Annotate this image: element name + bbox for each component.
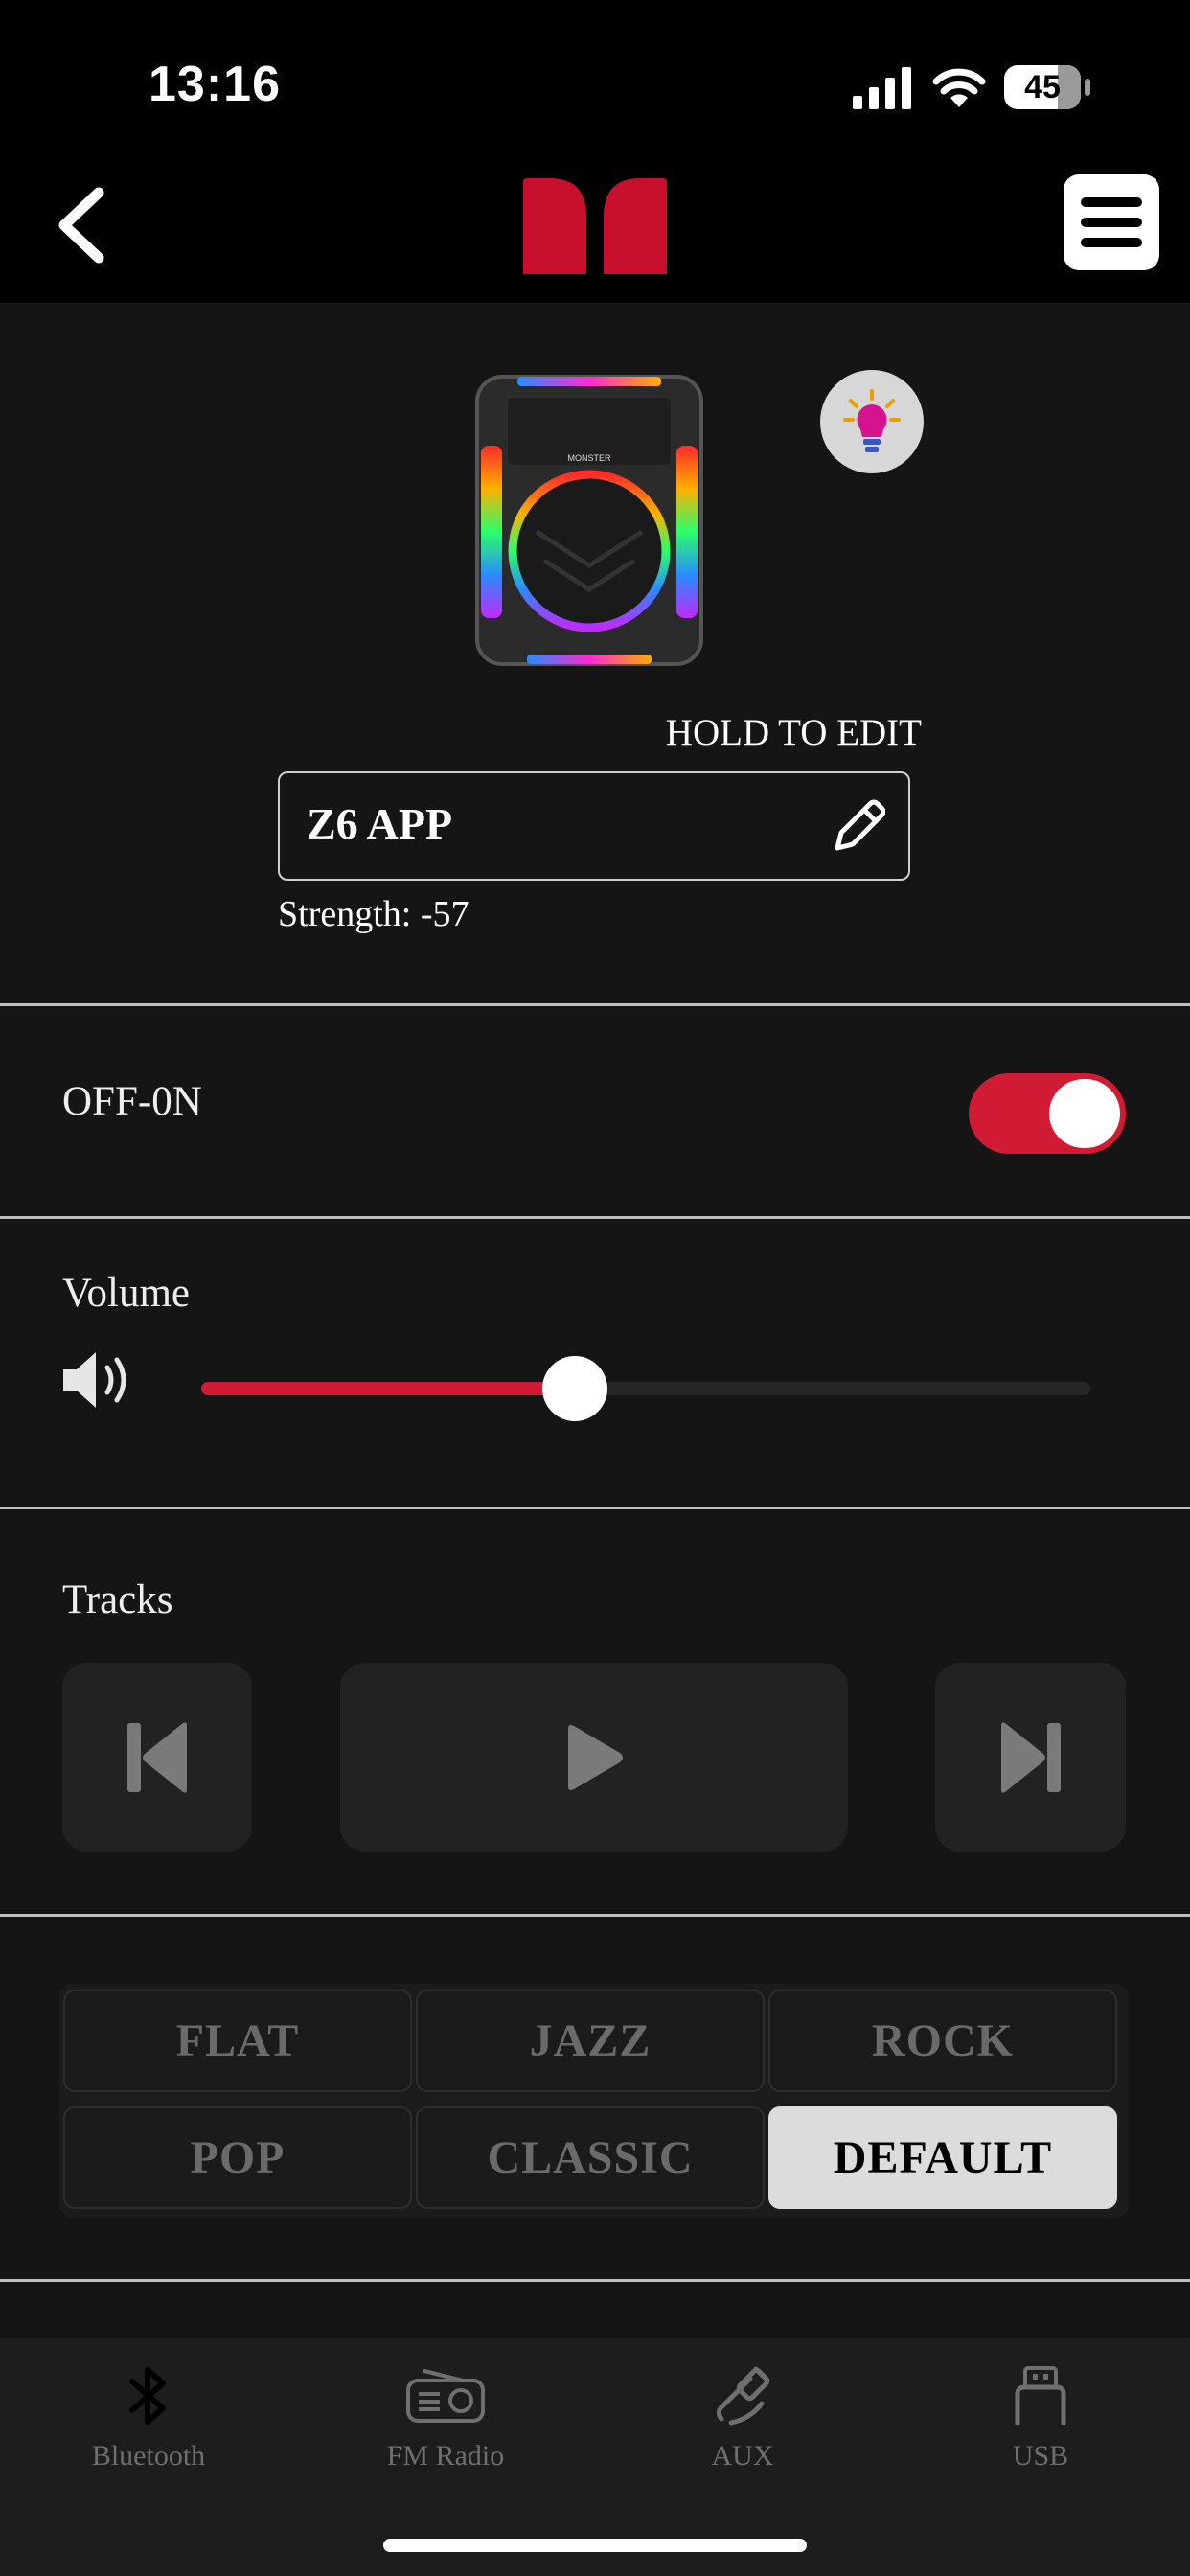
speaker-image[interactable]: MONSTER	[469, 369, 709, 680]
light-effects-button[interactable]	[820, 370, 924, 473]
svg-text:MONSTER: MONSTER	[568, 453, 612, 463]
tab-label: AUX	[711, 2440, 774, 2472]
tracks-label: Tracks	[62, 1577, 173, 1622]
play-button[interactable]	[340, 1663, 848, 1852]
skip-previous-icon	[127, 1721, 187, 1793]
tab-label: FM Radio	[386, 2440, 505, 2472]
home-indicator	[383, 2539, 807, 2552]
play-icon	[568, 1724, 623, 1790]
pencil-edit-icon[interactable]	[828, 794, 885, 858]
radio-icon	[406, 2369, 485, 2423]
battery-level: 45	[1024, 68, 1061, 105]
app-header	[0, 144, 1190, 303]
skip-next-icon	[1000, 1721, 1061, 1793]
divider	[0, 2279, 1190, 2282]
signal-strength: Strength: -57	[278, 894, 469, 934]
volume-slider[interactable]	[201, 1356, 1090, 1421]
tab-label: USB	[1012, 2440, 1069, 2472]
tab-usb[interactable]: USB	[891, 2338, 1190, 2494]
divider	[0, 1216, 1190, 1219]
hold-to-edit-label: HOLD TO EDIT	[665, 712, 922, 753]
device-name: Z6 APP	[307, 799, 453, 848]
tab-bluetooth[interactable]: Bluetooth	[0, 2338, 297, 2494]
previous-track-button[interactable]	[62, 1663, 252, 1852]
status-bar: 13:16 45	[0, 0, 1190, 144]
battery-icon: 45	[1004, 65, 1081, 109]
power-toggle[interactable]	[969, 1073, 1126, 1154]
tab-fm-radio[interactable]: FM Radio	[297, 2338, 594, 2494]
chevron-left-icon[interactable]	[53, 187, 110, 264]
next-track-button[interactable]	[935, 1663, 1126, 1852]
monster-logo	[523, 178, 667, 274]
volume-label: Volume	[62, 1271, 190, 1316]
volume-slider-thumb[interactable]	[542, 1356, 607, 1421]
divider	[0, 1914, 1190, 1917]
toggle-knob	[1049, 1079, 1120, 1148]
eq-preset-pop[interactable]: POP	[63, 2106, 412, 2209]
lightbulb-icon	[843, 389, 901, 452]
status-time: 13:16	[149, 57, 281, 112]
divider	[0, 1506, 1190, 1509]
usb-icon	[1015, 2366, 1066, 2425]
volume-slider-fill	[201, 1382, 575, 1395]
signal-icon	[853, 67, 911, 109]
eq-preset-jazz[interactable]: JAZZ	[416, 1990, 765, 2092]
hamburger-menu-icon[interactable]	[1064, 174, 1159, 270]
tab-aux[interactable]: AUX	[594, 2338, 891, 2494]
speaker-volume-icon	[63, 1352, 126, 1408]
eq-preset-grid: FLAT JAZZ ROCK POP CLASSIC DEFAULT	[59, 1984, 1129, 2218]
bluetooth-icon	[129, 2367, 166, 2425]
aux-cable-icon	[716, 2366, 770, 2426]
eq-preset-classic[interactable]: CLASSIC	[416, 2106, 765, 2209]
power-label: OFF-0N	[62, 1079, 202, 1124]
wifi-icon	[932, 68, 986, 107]
tab-label: Bluetooth	[91, 2440, 206, 2472]
eq-preset-rock[interactable]: ROCK	[768, 1990, 1117, 2092]
eq-preset-flat[interactable]: FLAT	[63, 1990, 412, 2092]
device-name-field[interactable]: Z6 APP	[278, 771, 910, 881]
eq-preset-default[interactable]: DEFAULT	[768, 2106, 1117, 2209]
divider	[0, 1003, 1190, 1006]
